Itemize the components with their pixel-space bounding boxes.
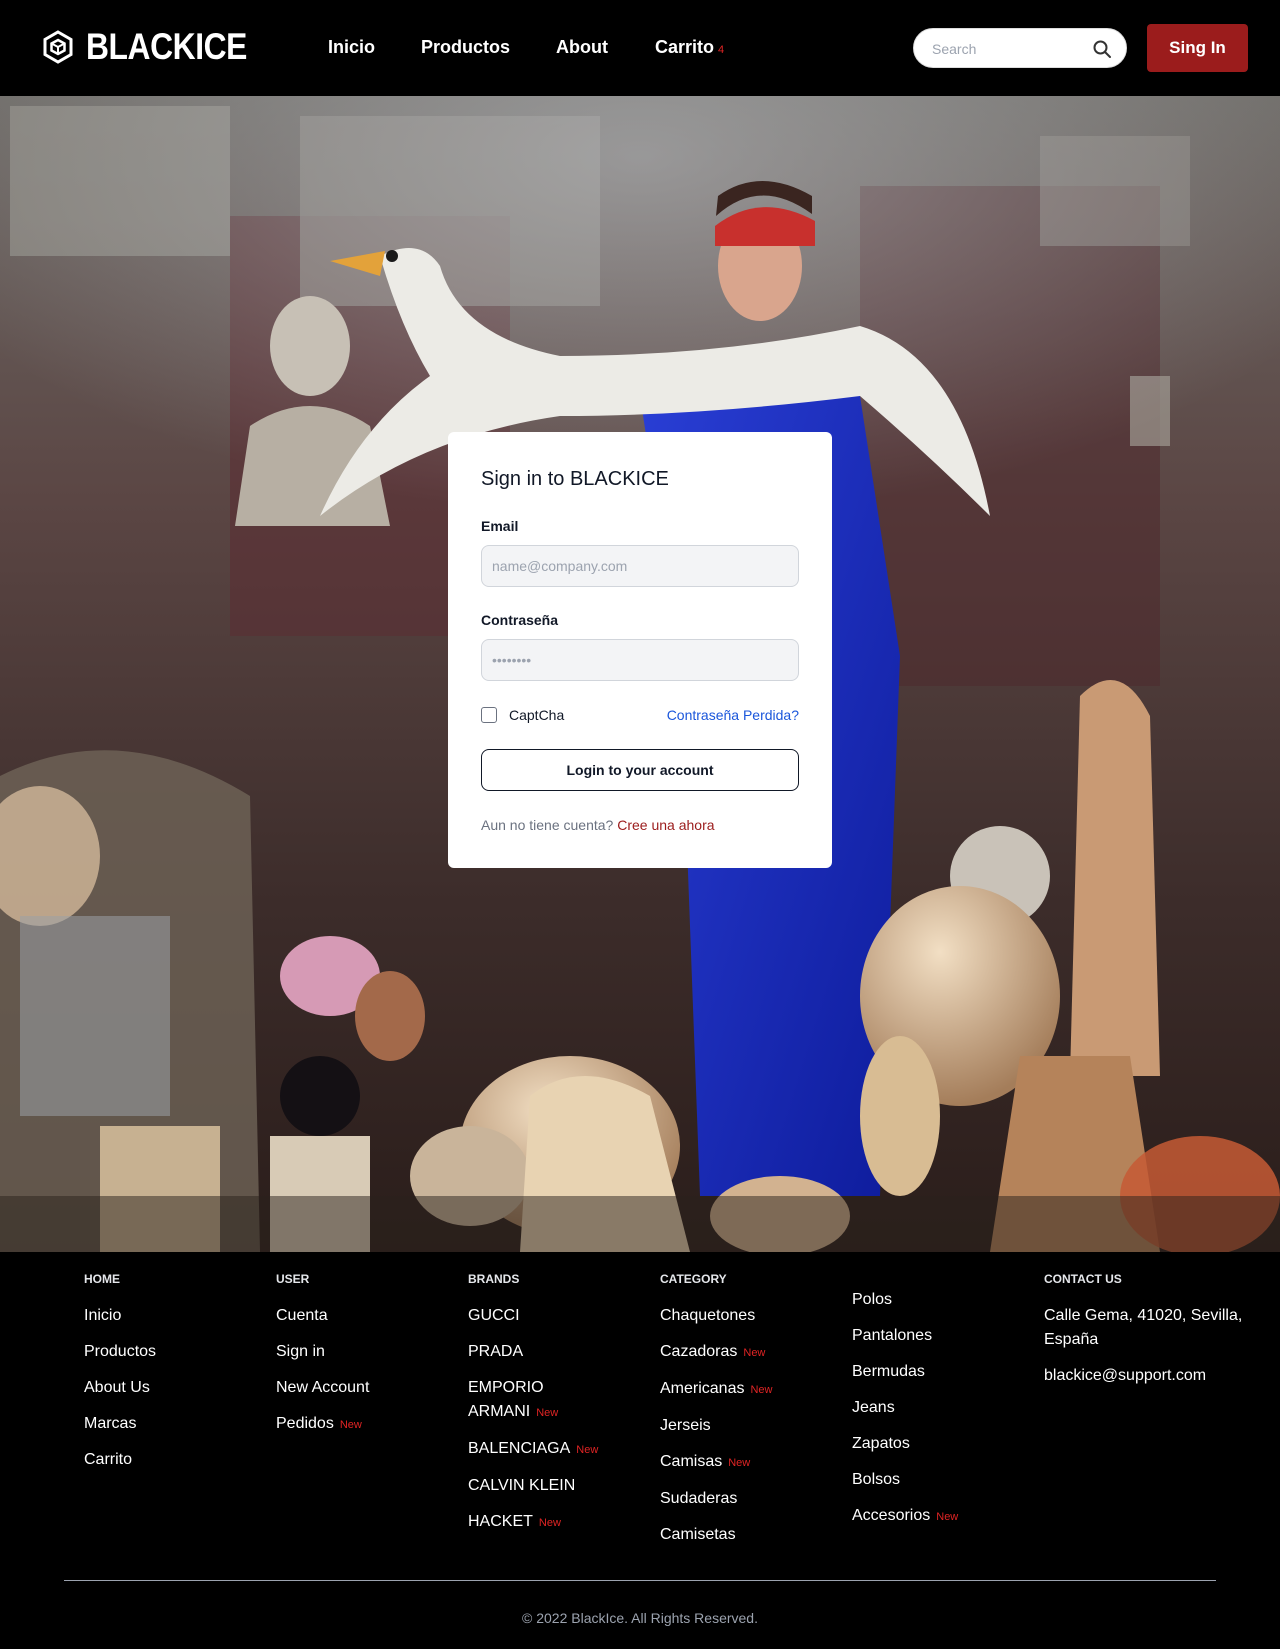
footer-link-cuenta[interactable]: Cuenta xyxy=(276,1307,328,1324)
footer-heading-brands: BRANDS xyxy=(468,1272,520,1286)
email-label: Email xyxy=(481,518,519,534)
footer-link-camisas[interactable]: Camisas xyxy=(660,1453,722,1470)
footer-heading-contact: CONTACT US xyxy=(1044,1272,1122,1286)
footer-link-gucci[interactable]: GUCCI xyxy=(468,1307,520,1324)
footer-col-home: HOME Inicio Productos About Us Marcas Ca… xyxy=(84,1272,156,1484)
footer-link-new-account[interactable]: New Account xyxy=(276,1379,369,1396)
search-input[interactable] xyxy=(932,39,1082,59)
footer-link-zapatos[interactable]: Zapatos xyxy=(852,1435,910,1452)
new-badge: New xyxy=(536,1407,559,1419)
new-badge: New xyxy=(538,1517,561,1529)
captcha-label: CaptCha xyxy=(509,707,565,723)
copyright-text: © 2022 BlackIce. All Rights Reserved. xyxy=(522,1610,758,1626)
brand-logo[interactable]: BLACKICE xyxy=(42,27,273,67)
nav-inicio[interactable]: Inicio xyxy=(328,36,375,58)
footer-link-prada[interactable]: PRADA xyxy=(468,1343,523,1360)
site-footer: HOME Inicio Productos About Us Marcas Ca… xyxy=(0,1252,1280,1649)
brand-name: BLACKICE xyxy=(86,26,247,67)
footer-divider xyxy=(64,1580,1216,1581)
contact-address: Calle Gema, 41020, Sevilla, España xyxy=(1044,1307,1243,1348)
footer-link-bolsos[interactable]: Bolsos xyxy=(852,1471,900,1488)
nav-about[interactable]: About xyxy=(556,36,608,58)
footer-col-user: USER Cuenta Sign in New Account Pedidos N… xyxy=(276,1272,369,1449)
footer-link-americanas[interactable]: Americanas xyxy=(660,1380,744,1397)
contact-email-link[interactable]: blackice@support.com xyxy=(1044,1367,1206,1384)
footer-heading-home: HOME xyxy=(84,1272,120,1286)
email-field[interactable] xyxy=(481,545,799,587)
footer-link-pedidos[interactable]: Pedidos xyxy=(276,1415,334,1432)
footer-link-bermudas[interactable]: Bermudas xyxy=(852,1363,925,1380)
footer-link-polos[interactable]: Polos xyxy=(852,1291,892,1308)
nav-carrito[interactable]: Carrito 4 xyxy=(655,36,724,61)
password-label: Contraseña xyxy=(481,612,559,628)
footer-link-camisetas[interactable]: Camisetas xyxy=(660,1526,736,1543)
footer-col-contact: CONTACT US Calle Gema, 41020, Sevilla, E… xyxy=(1044,1272,1244,1400)
footer-link-accesorios[interactable]: Accesorios xyxy=(852,1507,930,1524)
register-prompt: Aun no tiene cuenta? Cree una ahora xyxy=(481,817,715,833)
footer-link-sudaderas[interactable]: Sudaderas xyxy=(660,1490,737,1507)
footer-link-about[interactable]: About Us xyxy=(84,1379,150,1396)
sign-in-button[interactable]: Sing In xyxy=(1147,24,1248,72)
footer-link-calvin-klein[interactable]: CALVIN KLEIN xyxy=(468,1477,575,1494)
new-badge: New xyxy=(743,1347,766,1359)
password-field[interactable] xyxy=(481,639,799,681)
footer-link-balenciaga[interactable]: BALENCIAGA xyxy=(468,1440,570,1457)
new-badge: New xyxy=(728,1457,751,1469)
search-box xyxy=(913,28,1127,68)
captcha-checkbox[interactable] xyxy=(481,707,497,723)
new-badge: New xyxy=(576,1444,599,1456)
hexagon-cube-logo-icon xyxy=(43,30,73,64)
login-title: Sign in to BLACKICE xyxy=(481,468,669,490)
login-submit-button[interactable]: Login to your account xyxy=(481,749,799,791)
footer-link-emporio-armani[interactable]: EMPORIO ARMANI xyxy=(468,1379,544,1420)
footer-link-inicio[interactable]: Inicio xyxy=(84,1307,121,1324)
new-badge: New xyxy=(339,1419,362,1431)
search-icon[interactable] xyxy=(1092,39,1112,59)
footer-heading-category: CATEGORY xyxy=(660,1272,727,1286)
footer-link-sign-in[interactable]: Sign in xyxy=(276,1343,325,1360)
new-badge: New xyxy=(936,1511,959,1523)
nav-productos[interactable]: Productos xyxy=(421,36,510,58)
footer-link-chaquetones[interactable]: Chaquetones xyxy=(660,1307,755,1324)
footer-link-jerseis[interactable]: Jerseis xyxy=(660,1417,711,1434)
footer-link-jeans[interactable]: Jeans xyxy=(852,1399,895,1416)
footer-link-marcas[interactable]: Marcas xyxy=(84,1415,136,1432)
nav-carrito-label: Carrito xyxy=(655,37,715,57)
footer-col-category-more: Polos Pantalones Bermudas Jeans Zapatos … xyxy=(852,1288,958,1541)
login-card: Sign in to BLACKICE Email Contraseña Cap… xyxy=(448,432,832,868)
register-link[interactable]: Cree una ahora xyxy=(617,817,714,833)
footer-heading-user: USER xyxy=(276,1272,310,1286)
lost-password-link[interactable]: Contraseña Perdida? xyxy=(667,707,799,723)
cart-count-badge: 4 xyxy=(718,44,725,56)
top-navbar: BLACKICE Inicio Productos About Carrito 4… xyxy=(0,0,1280,96)
footer-col-brands: BRANDS GUCCI PRADA EMPORIO ARMANI New BAL… xyxy=(468,1272,618,1547)
footer-link-productos[interactable]: Productos xyxy=(84,1343,156,1360)
footer-link-carrito[interactable]: Carrito xyxy=(84,1451,132,1468)
register-text: Aun no tiene cuenta? xyxy=(481,817,614,833)
footer-col-category: CATEGORY Chaquetones Cazadoras New Americ… xyxy=(660,1272,773,1559)
footer-link-pantalones[interactable]: Pantalones xyxy=(852,1327,932,1344)
footer-link-cazadoras[interactable]: Cazadoras xyxy=(660,1343,737,1360)
new-badge: New xyxy=(750,1384,773,1396)
footer-link-hacket[interactable]: HACKET xyxy=(468,1513,533,1530)
